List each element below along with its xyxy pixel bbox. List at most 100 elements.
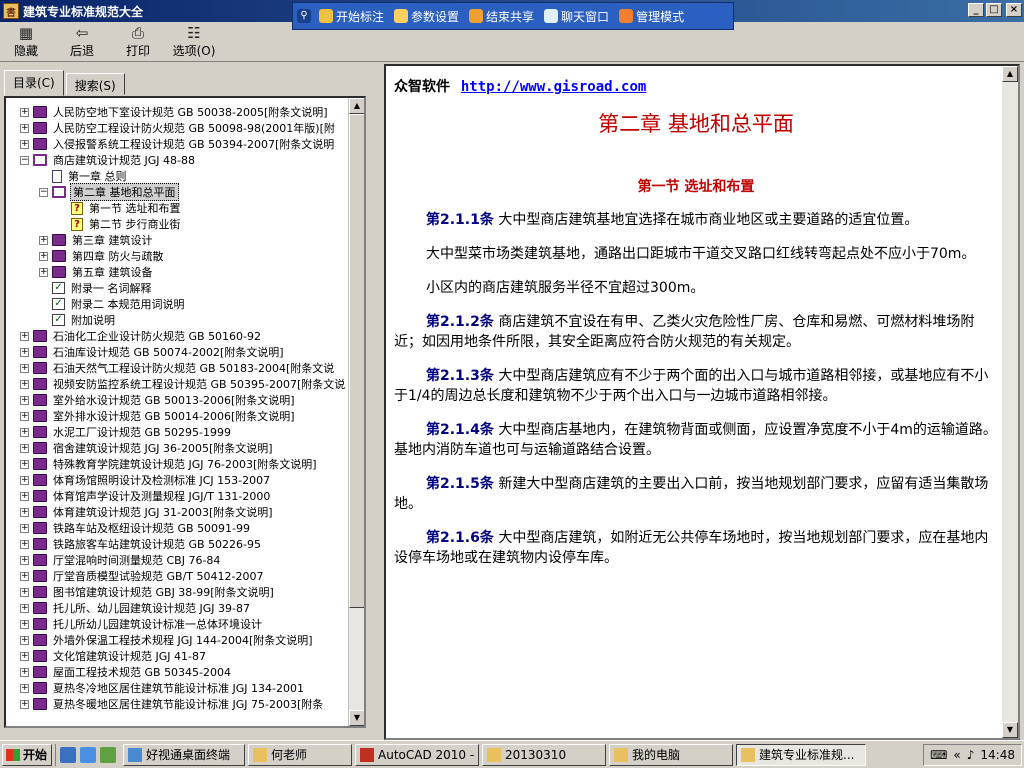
expand-icon[interactable]: + bbox=[20, 699, 29, 709]
document-scrollbar[interactable]: ▲ ▼ bbox=[1002, 66, 1018, 738]
tray-expand-icon[interactable]: « bbox=[953, 748, 960, 762]
tree-item[interactable]: + 铁路旅客车站建筑设计规范 GB 50226-95 bbox=[6, 536, 346, 552]
expand-icon[interactable]: + bbox=[20, 459, 29, 469]
scroll-down-icon[interactable]: ▼ bbox=[1002, 722, 1018, 738]
expand-icon[interactable]: + bbox=[20, 395, 29, 405]
tree-item[interactable]: + 夏热冬暖地区居住建筑节能设计标准 JGJ 75-2003[附条 bbox=[6, 696, 346, 712]
tree-item[interactable]: ✓ 附录一 名词解释 bbox=[6, 280, 346, 296]
tree-item[interactable]: + 人民防空工程设计防火规范 GB 50098-98(2001年版)[附 bbox=[6, 120, 346, 136]
print-button[interactable]: ⎙ 打印 bbox=[118, 24, 158, 59]
expand-icon[interactable]: + bbox=[20, 107, 29, 117]
tree-item[interactable]: + 图书馆建筑设计规范 GBJ 38-99[附条文说明] bbox=[6, 584, 346, 600]
tree-item[interactable]: ✓ 附录二 本规范用词说明 bbox=[6, 296, 346, 312]
expand-icon[interactable]: + bbox=[20, 507, 29, 517]
pane-splitter[interactable] bbox=[378, 62, 382, 740]
taskbar-button[interactable]: 20130310 bbox=[482, 743, 606, 766]
expand-icon[interactable]: + bbox=[20, 443, 29, 453]
tree-scrollbar[interactable]: ▲ ▼ bbox=[348, 98, 364, 726]
tree-item[interactable]: + 水泥工厂设计规范 GB 50295-1999 bbox=[6, 424, 346, 440]
expand-icon[interactable]: + bbox=[20, 555, 29, 565]
volume-icon[interactable]: ♪ bbox=[967, 748, 975, 762]
tree-item[interactable]: + 室外排水设计规范 GB 50014-2006[附条文说明] bbox=[6, 408, 346, 424]
expand-icon[interactable]: + bbox=[20, 603, 29, 613]
tree-item[interactable]: + 托儿所幼儿园建筑设计标准一总体环境设计 bbox=[6, 616, 346, 632]
tree-item[interactable]: + 体育场馆照明设计及检测标准 JCJ 153-2007 bbox=[6, 472, 346, 488]
taskbar-button[interactable]: AutoCAD 2010 - [... bbox=[355, 743, 479, 766]
expand-icon[interactable]: + bbox=[20, 587, 29, 597]
tree-item[interactable]: + 石油化工企业设计防火规范 GB 50160-92 bbox=[6, 328, 346, 344]
tree-item[interactable]: + 铁路车站及枢纽设计规范 GB 50091-99 bbox=[6, 520, 346, 536]
expand-icon[interactable]: + bbox=[20, 427, 29, 437]
expand-icon[interactable]: + bbox=[20, 411, 29, 421]
collapse-icon[interactable]: − bbox=[20, 155, 29, 165]
expand-icon[interactable]: + bbox=[20, 331, 29, 341]
tree-item[interactable]: − 商店建筑设计规范 JGJ 48-88 bbox=[6, 152, 346, 168]
tree-item[interactable]: + 厅堂音质模型试验规范 GB/T 50412-2007 bbox=[6, 568, 346, 584]
website-link[interactable]: http://www.gisroad.com bbox=[461, 79, 646, 95]
expand-icon[interactable]: + bbox=[20, 139, 29, 149]
expand-icon[interactable]: + bbox=[20, 619, 29, 629]
pin-icon[interactable]: ⚲ bbox=[297, 9, 311, 23]
tree-item[interactable]: + 体育建筑设计规范 JGJ 31-2003[附条文说明] bbox=[6, 504, 346, 520]
tab-contents[interactable]: 目录(C) bbox=[4, 70, 64, 96]
expand-icon[interactable]: + bbox=[20, 491, 29, 501]
hide-button[interactable]: ▦ 隐藏 bbox=[6, 24, 46, 59]
tree-item[interactable]: + 石油库设计规范 GB 50074-2002[附条文说明] bbox=[6, 344, 346, 360]
back-button[interactable]: ⇦ 后退 bbox=[62, 24, 102, 59]
tree-item[interactable]: + 室外给水设计规范 GB 50013-2006[附条文说明] bbox=[6, 392, 346, 408]
collapse-icon[interactable]: − bbox=[39, 187, 48, 197]
taskbar-button[interactable]: 何老师 bbox=[248, 743, 352, 766]
scroll-thumb[interactable] bbox=[349, 114, 364, 608]
expand-icon[interactable]: + bbox=[20, 379, 29, 389]
expand-icon[interactable]: + bbox=[20, 635, 29, 645]
tree-item[interactable]: + 外墙外保温工程技术规程 JGJ 144-2004[附条文说明] bbox=[6, 632, 346, 648]
scroll-up-icon[interactable]: ▲ bbox=[349, 98, 364, 114]
expand-icon[interactable]: + bbox=[39, 267, 48, 277]
expand-icon[interactable]: + bbox=[20, 363, 29, 373]
scroll-down-icon[interactable]: ▼ bbox=[349, 710, 364, 726]
maximize-button[interactable]: □ bbox=[986, 3, 1002, 17]
minimize-button[interactable]: _ bbox=[968, 3, 984, 17]
expand-icon[interactable]: + bbox=[20, 683, 29, 693]
expand-icon[interactable]: + bbox=[20, 539, 29, 549]
tab-search[interactable]: 搜索(S) bbox=[65, 73, 125, 95]
tree-item[interactable]: + 石油天然气工程设计防火规范 GB 50183-2004[附条文说 bbox=[6, 360, 346, 376]
tree-item[interactable]: + 夏热冬冷地区居住建筑节能设计标准 JGJ 134-2001 bbox=[6, 680, 346, 696]
expand-icon[interactable]: + bbox=[20, 475, 29, 485]
keyboard-icon[interactable]: ⌨ bbox=[930, 748, 947, 762]
tree-item[interactable]: ? 第二节 步行商业街 bbox=[6, 216, 346, 232]
tree-item[interactable]: + 第三章 建筑设计 bbox=[6, 232, 346, 248]
tree-item[interactable]: + 人民防空地下室设计规范 GB 50038-2005[附条文说明] bbox=[6, 104, 346, 120]
tree-item[interactable]: − 第二章 基地和总平面 bbox=[6, 183, 346, 201]
expand-icon[interactable]: + bbox=[20, 523, 29, 533]
tree-item[interactable]: + 屋面工程技术规范 GB 50345-2004 bbox=[6, 664, 346, 680]
ie-icon[interactable] bbox=[60, 746, 76, 763]
tree-item[interactable]: + 托儿所、幼儿园建筑设计规范 JGJ 39-87 bbox=[6, 600, 346, 616]
tree-item[interactable]: + 体育馆声学设计及测量规程 JGJ/T 131-2000 bbox=[6, 488, 346, 504]
expand-icon[interactable]: + bbox=[20, 123, 29, 133]
expand-icon[interactable]: + bbox=[20, 651, 29, 661]
tree-item[interactable]: + 特殊教育学院建筑设计规范 JGJ 76-2003[附条文说明] bbox=[6, 456, 346, 472]
tree-item[interactable]: ? 第一节 选址和布置 bbox=[6, 200, 346, 216]
taskbar-button[interactable]: 建筑专业标准规... bbox=[736, 743, 866, 766]
expand-icon[interactable]: + bbox=[20, 347, 29, 357]
tree-item[interactable]: 第一章 总则 bbox=[6, 168, 346, 184]
media-icon[interactable] bbox=[100, 746, 116, 763]
tree-item[interactable]: + 视频安防监控系统工程设计规范 GB 50395-2007[附条文说 bbox=[6, 376, 346, 392]
expand-icon[interactable]: + bbox=[39, 235, 48, 245]
taskbar-button[interactable]: 好视通桌面终端 bbox=[123, 743, 245, 766]
start-button[interactable]: 开始 bbox=[2, 743, 52, 766]
scroll-up-icon[interactable]: ▲ bbox=[1002, 66, 1018, 82]
tree-item[interactable]: + 入侵报警系统工程设计规范 GB 50394-2007[附条文说明 bbox=[6, 136, 346, 152]
tree-item[interactable]: ✓ 附加说明 bbox=[6, 312, 346, 328]
expand-icon[interactable]: + bbox=[39, 251, 48, 261]
tree-item[interactable]: + 宿舍建筑设计规范 JGJ 36-2005[附条文说明] bbox=[6, 440, 346, 456]
close-button[interactable]: × bbox=[1006, 3, 1022, 17]
refresh-icon[interactable] bbox=[80, 746, 96, 763]
expand-icon[interactable]: + bbox=[20, 667, 29, 677]
options-button[interactable]: ☷ 选项(O) bbox=[173, 24, 216, 59]
tree-item[interactable]: + 文化馆建筑设计规范 JGJ 41-87 bbox=[6, 648, 346, 664]
tree-item[interactable]: + 第五章 建筑设备 bbox=[6, 264, 346, 280]
expand-icon[interactable]: + bbox=[20, 571, 29, 581]
taskbar-button[interactable]: 我的电脑 bbox=[609, 743, 733, 766]
